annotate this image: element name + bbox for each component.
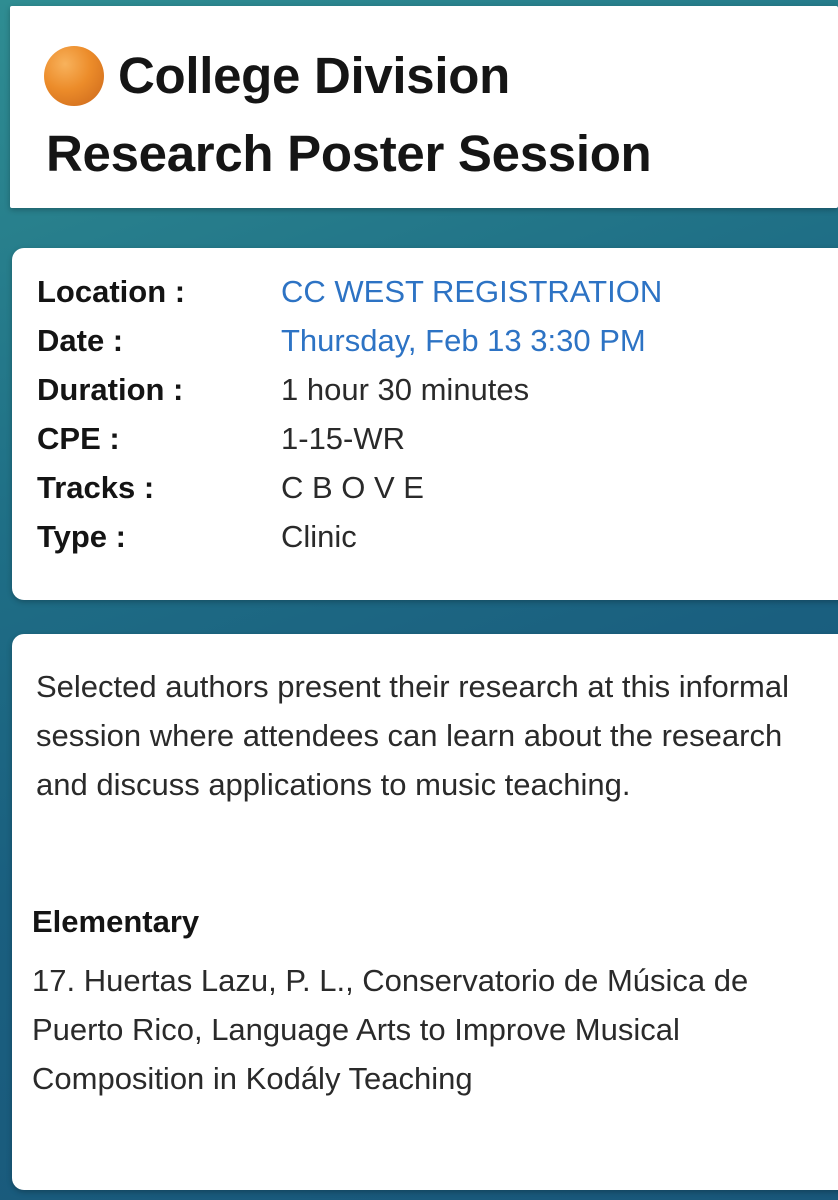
section-heading-elementary: Elementary [32, 904, 200, 939]
session-detail-screen: { "header": { "status_icon": "orange-cir… [0, 0, 838, 1200]
tracks-label: Tracks : [37, 470, 155, 505]
presentation-item: 17. Huertas Lazu, P. L., Conservatorio d… [32, 963, 749, 1096]
duration-label: Duration : [37, 372, 184, 407]
session-title-line-2: Research Poster Session [46, 125, 652, 182]
date-label: Date : [37, 323, 124, 358]
session-description-card: Selected authors present their research … [12, 634, 838, 1190]
session-title-card: College Division Research Poster Session [10, 6, 838, 208]
type-label: Type : [37, 519, 126, 554]
tracks-value: C B O V E [281, 470, 424, 505]
session-description: Selected authors present their research … [36, 669, 789, 802]
session-info-card: Location : CC WEST REGISTRATION Date : T… [12, 248, 838, 600]
session-title-text: College Division [118, 47, 510, 104]
duration-value: 1 hour 30 minutes [281, 372, 530, 407]
cpe-value: 1-15-WR [281, 421, 406, 456]
orange-circle-icon [44, 45, 104, 106]
type-value: Clinic [281, 519, 357, 554]
date-link[interactable]: Thursday, Feb 13 3:30 PM [281, 323, 646, 359]
cpe-label: CPE : [37, 421, 120, 456]
location-link[interactable]: CC WEST REGISTRATION [281, 274, 662, 310]
session-title-line-1: College Division [36, 45, 510, 110]
location-label: Location : [37, 274, 186, 309]
